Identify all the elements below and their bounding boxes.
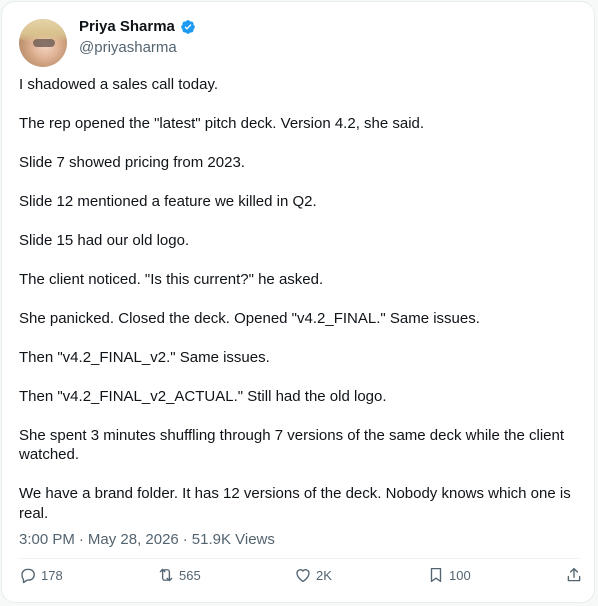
post-paragraph: I shadowed a sales call today. bbox=[19, 76, 219, 93]
post-views: 51.9K Views bbox=[191, 531, 275, 548]
author-handle[interactable]: @priyasharma bbox=[79, 39, 177, 56]
like-count: 2K bbox=[316, 567, 332, 583]
divider bbox=[19, 558, 580, 559]
post-paragraph: She panicked. Closed the deck. Opened "v… bbox=[19, 309, 480, 327]
post-paragraph: Then "v4.2_FINAL_v2_ACTUAL." Still had t… bbox=[19, 387, 387, 405]
like-button[interactable]: 2K bbox=[294, 566, 332, 584]
action-bar: 178 565 2K 100 bbox=[19, 566, 584, 586]
post-paragraph: She spent 3 minutes shuffling through 7 … bbox=[19, 426, 565, 464]
repost-icon bbox=[159, 568, 173, 582]
post-paragraph: The client noticed. "Is this current?" h… bbox=[19, 270, 324, 288]
heart-icon bbox=[296, 569, 310, 583]
meta-separator: · bbox=[182, 531, 188, 548]
share-button[interactable] bbox=[565, 566, 587, 584]
post-paragraph: Slide 7 showed pricing from 2023. bbox=[19, 153, 245, 171]
share-icon bbox=[567, 567, 581, 582]
meta-separator: · bbox=[78, 531, 84, 548]
repost-count: 565 bbox=[179, 567, 201, 583]
post-card: Priya Sharma @priyasharma I shadowed a s… bbox=[1, 1, 595, 603]
reply-button[interactable]: 178 bbox=[19, 566, 63, 584]
post-time[interactable]: 3:00 PM bbox=[19, 531, 75, 548]
bookmark-count: 100 bbox=[449, 567, 471, 583]
post-paragraph: Slide 12 mentioned a feature we killed i… bbox=[19, 192, 317, 210]
avatar-glasses bbox=[33, 39, 55, 47]
post-meta: 3:00 PM · May 28, 2026 · 51.9K Views bbox=[19, 531, 275, 548]
verified-badge-icon bbox=[181, 19, 195, 34]
author-name[interactable]: Priya Sharma bbox=[79, 18, 175, 35]
reply-count: 178 bbox=[41, 567, 63, 583]
reply-icon bbox=[21, 568, 35, 584]
repost-button[interactable]: 565 bbox=[157, 566, 201, 584]
post-paragraph: We have a brand folder. It has 12 versio… bbox=[19, 485, 571, 523]
bookmark-icon bbox=[430, 567, 442, 583]
post-date[interactable]: May 28, 2026 bbox=[88, 531, 179, 548]
post-paragraph: Then "v4.2_FINAL_v2." Same issues. bbox=[19, 348, 270, 366]
author-name-row: Priya Sharma bbox=[79, 18, 196, 35]
post-paragraph: Slide 15 had our old logo. bbox=[19, 231, 190, 249]
bookmark-button[interactable]: 100 bbox=[427, 566, 471, 584]
avatar[interactable] bbox=[19, 19, 67, 67]
post-body: I shadowed a sales call today. The rep o… bbox=[19, 75, 579, 543]
post-paragraph: The rep opened the "latest" pitch deck. … bbox=[19, 114, 425, 132]
